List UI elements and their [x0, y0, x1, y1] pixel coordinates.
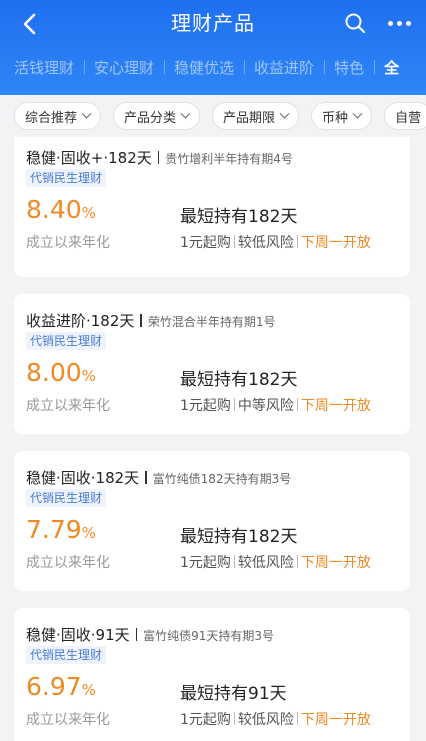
rate-value: 8.00 [26, 358, 82, 387]
rate-label: 成立以来年化 [26, 398, 110, 414]
chevron-down-icon [81, 108, 92, 119]
meta-divider [296, 235, 298, 248]
product-meta: 1元起购 中等风险 下周一开放 [180, 395, 371, 415]
filter-currency[interactable]: 币种 [311, 102, 373, 130]
title-divider [140, 314, 142, 327]
holding-period: 最短持有91天 [180, 684, 287, 704]
product-category: 稳健·固收·91天 [26, 626, 130, 644]
tab-activity-money[interactable]: 活钱理财 [0, 57, 84, 78]
tab-advanced[interactable]: 收益进阶 [244, 57, 324, 78]
more-dot-icon [405, 20, 411, 26]
rate-unit: % [81, 204, 96, 222]
filter-self-operated[interactable]: 自营 [384, 102, 426, 130]
product-category: 稳健·固收·182天 [26, 469, 140, 487]
meta-divider [233, 555, 235, 568]
product-category: 收益进阶·182天 [26, 312, 135, 330]
product-title: 稳健·固收·182天 富竹纯债182天持有期3号 [26, 467, 291, 488]
meta-divider [296, 555, 298, 568]
product-card[interactable]: 收益进阶·182天 荣竹混合半年持有期1号 代销民生理财 8.00% 成立以来年化… [14, 294, 410, 434]
risk-level: 中等风险 [237, 398, 294, 414]
product-name: 富竹纯债91天持有期3号 [143, 629, 275, 643]
product-title: 稳健·固收·91天 富竹纯债91天持有期3号 [26, 624, 274, 645]
header: 理财产品 活钱理财 安心理财 稳健优选 收益进阶 特色 全 [0, 0, 426, 95]
filter-label: 产品分类 [124, 110, 177, 126]
title-divider [135, 628, 138, 641]
filter-label: 综合推荐 [25, 110, 78, 126]
search-button[interactable] [340, 8, 370, 38]
more-dot-icon [396, 20, 402, 26]
product-name: 荣竹混合半年持有期1号 [147, 315, 276, 329]
meta-divider [296, 712, 298, 725]
filter-sort[interactable]: 综合推荐 [14, 102, 102, 130]
chevron-down-icon [180, 108, 191, 119]
risk-level: 较低风险 [237, 235, 294, 251]
product-card[interactable]: 稳健·固收·182天 富竹纯债182天持有期3号 代销民生理财 7.79% 成立以… [14, 451, 410, 591]
product-name: 富竹纯债182天持有期3号 [152, 472, 292, 486]
annual-rate: 8.00% [26, 358, 96, 391]
risk-level: 较低风险 [237, 555, 294, 571]
min-purchase: 1元起购 [180, 398, 231, 414]
min-purchase: 1元起购 [180, 235, 231, 251]
filter-category[interactable]: 产品分类 [113, 102, 201, 130]
rate-label: 成立以来年化 [26, 235, 110, 251]
open-date: 下周一开放 [300, 712, 371, 728]
tab-special[interactable]: 特色 [324, 57, 374, 78]
distributor-tag: 代销民生理财 [26, 169, 107, 187]
filter-label: 产品期限 [223, 110, 276, 126]
tab-steady[interactable]: 稳健优选 [164, 57, 244, 78]
annual-rate: 7.79% [26, 515, 96, 548]
category-tabs: 活钱理财 安心理财 稳健优选 收益进阶 特色 全 [0, 50, 426, 84]
meta-divider [233, 712, 235, 725]
rate-value: 7.79 [26, 515, 82, 544]
annual-rate: 8.40% [26, 195, 96, 228]
product-title: 收益进阶·182天 荣竹混合半年持有期1号 [26, 310, 276, 331]
meta-divider [233, 235, 235, 248]
min-purchase: 1元起购 [180, 555, 231, 571]
holding-period: 最短持有182天 [180, 207, 298, 227]
min-purchase: 1元起购 [180, 712, 231, 728]
rate-unit: % [81, 681, 96, 699]
risk-level: 较低风险 [237, 712, 294, 728]
meta-divider [233, 398, 235, 411]
rate-value: 6.97 [26, 672, 82, 701]
rate-label: 成立以来年化 [26, 712, 110, 728]
open-date: 下周一开放 [300, 555, 371, 571]
product-title: 稳健·固收+·182天 贵竹增利半年持有期4号 [26, 147, 293, 168]
rate-label: 成立以来年化 [26, 555, 110, 571]
holding-period: 最短持有182天 [180, 527, 298, 547]
product-meta: 1元起购 较低风险 下周一开放 [180, 709, 371, 729]
filter-label: 币种 [322, 110, 349, 126]
product-name: 贵竹增利半年持有期4号 [165, 152, 293, 166]
product-category: 稳健·固收+·182天 [26, 149, 152, 167]
holding-period: 最短持有182天 [180, 370, 298, 390]
chevron-down-icon [279, 108, 290, 119]
filter-label: 自营 [395, 110, 422, 126]
distributor-tag: 代销民生理财 [26, 332, 107, 350]
chevron-down-icon [352, 108, 363, 119]
rate-value: 8.40 [26, 195, 82, 224]
open-date: 下周一开放 [300, 398, 371, 414]
open-date: 下周一开放 [300, 235, 371, 251]
title-divider [145, 471, 147, 484]
product-card[interactable]: 稳健·固收·91天 富竹纯债91天持有期3号 代销民生理财 6.97% 成立以来年… [14, 608, 410, 741]
tab-all[interactable]: 全 [374, 57, 409, 78]
nav-bar: 理财产品 [0, 0, 426, 46]
filter-bar: 综合推荐 产品分类 产品期限 币种 自营 [0, 95, 426, 137]
title-divider [157, 151, 160, 164]
product-meta: 1元起购 较低风险 下周一开放 [180, 552, 371, 572]
annual-rate: 6.97% [26, 672, 96, 705]
distributor-tag: 代销民生理财 [26, 489, 107, 507]
distributor-tag: 代销民生理财 [26, 646, 107, 664]
product-meta: 1元起购 较低风险 下周一开放 [180, 232, 371, 252]
tab-peace-of-mind[interactable]: 安心理财 [84, 57, 164, 78]
search-icon [345, 13, 366, 34]
filter-term[interactable]: 产品期限 [212, 102, 300, 130]
more-button[interactable] [382, 8, 416, 38]
meta-divider [296, 398, 298, 411]
rate-unit: % [81, 524, 96, 542]
more-dot-icon [387, 20, 393, 26]
rate-unit: % [81, 367, 96, 385]
product-card[interactable]: 稳健·固收+·182天 贵竹增利半年持有期4号 代销民生理财 8.40% 成立以来… [14, 137, 410, 277]
